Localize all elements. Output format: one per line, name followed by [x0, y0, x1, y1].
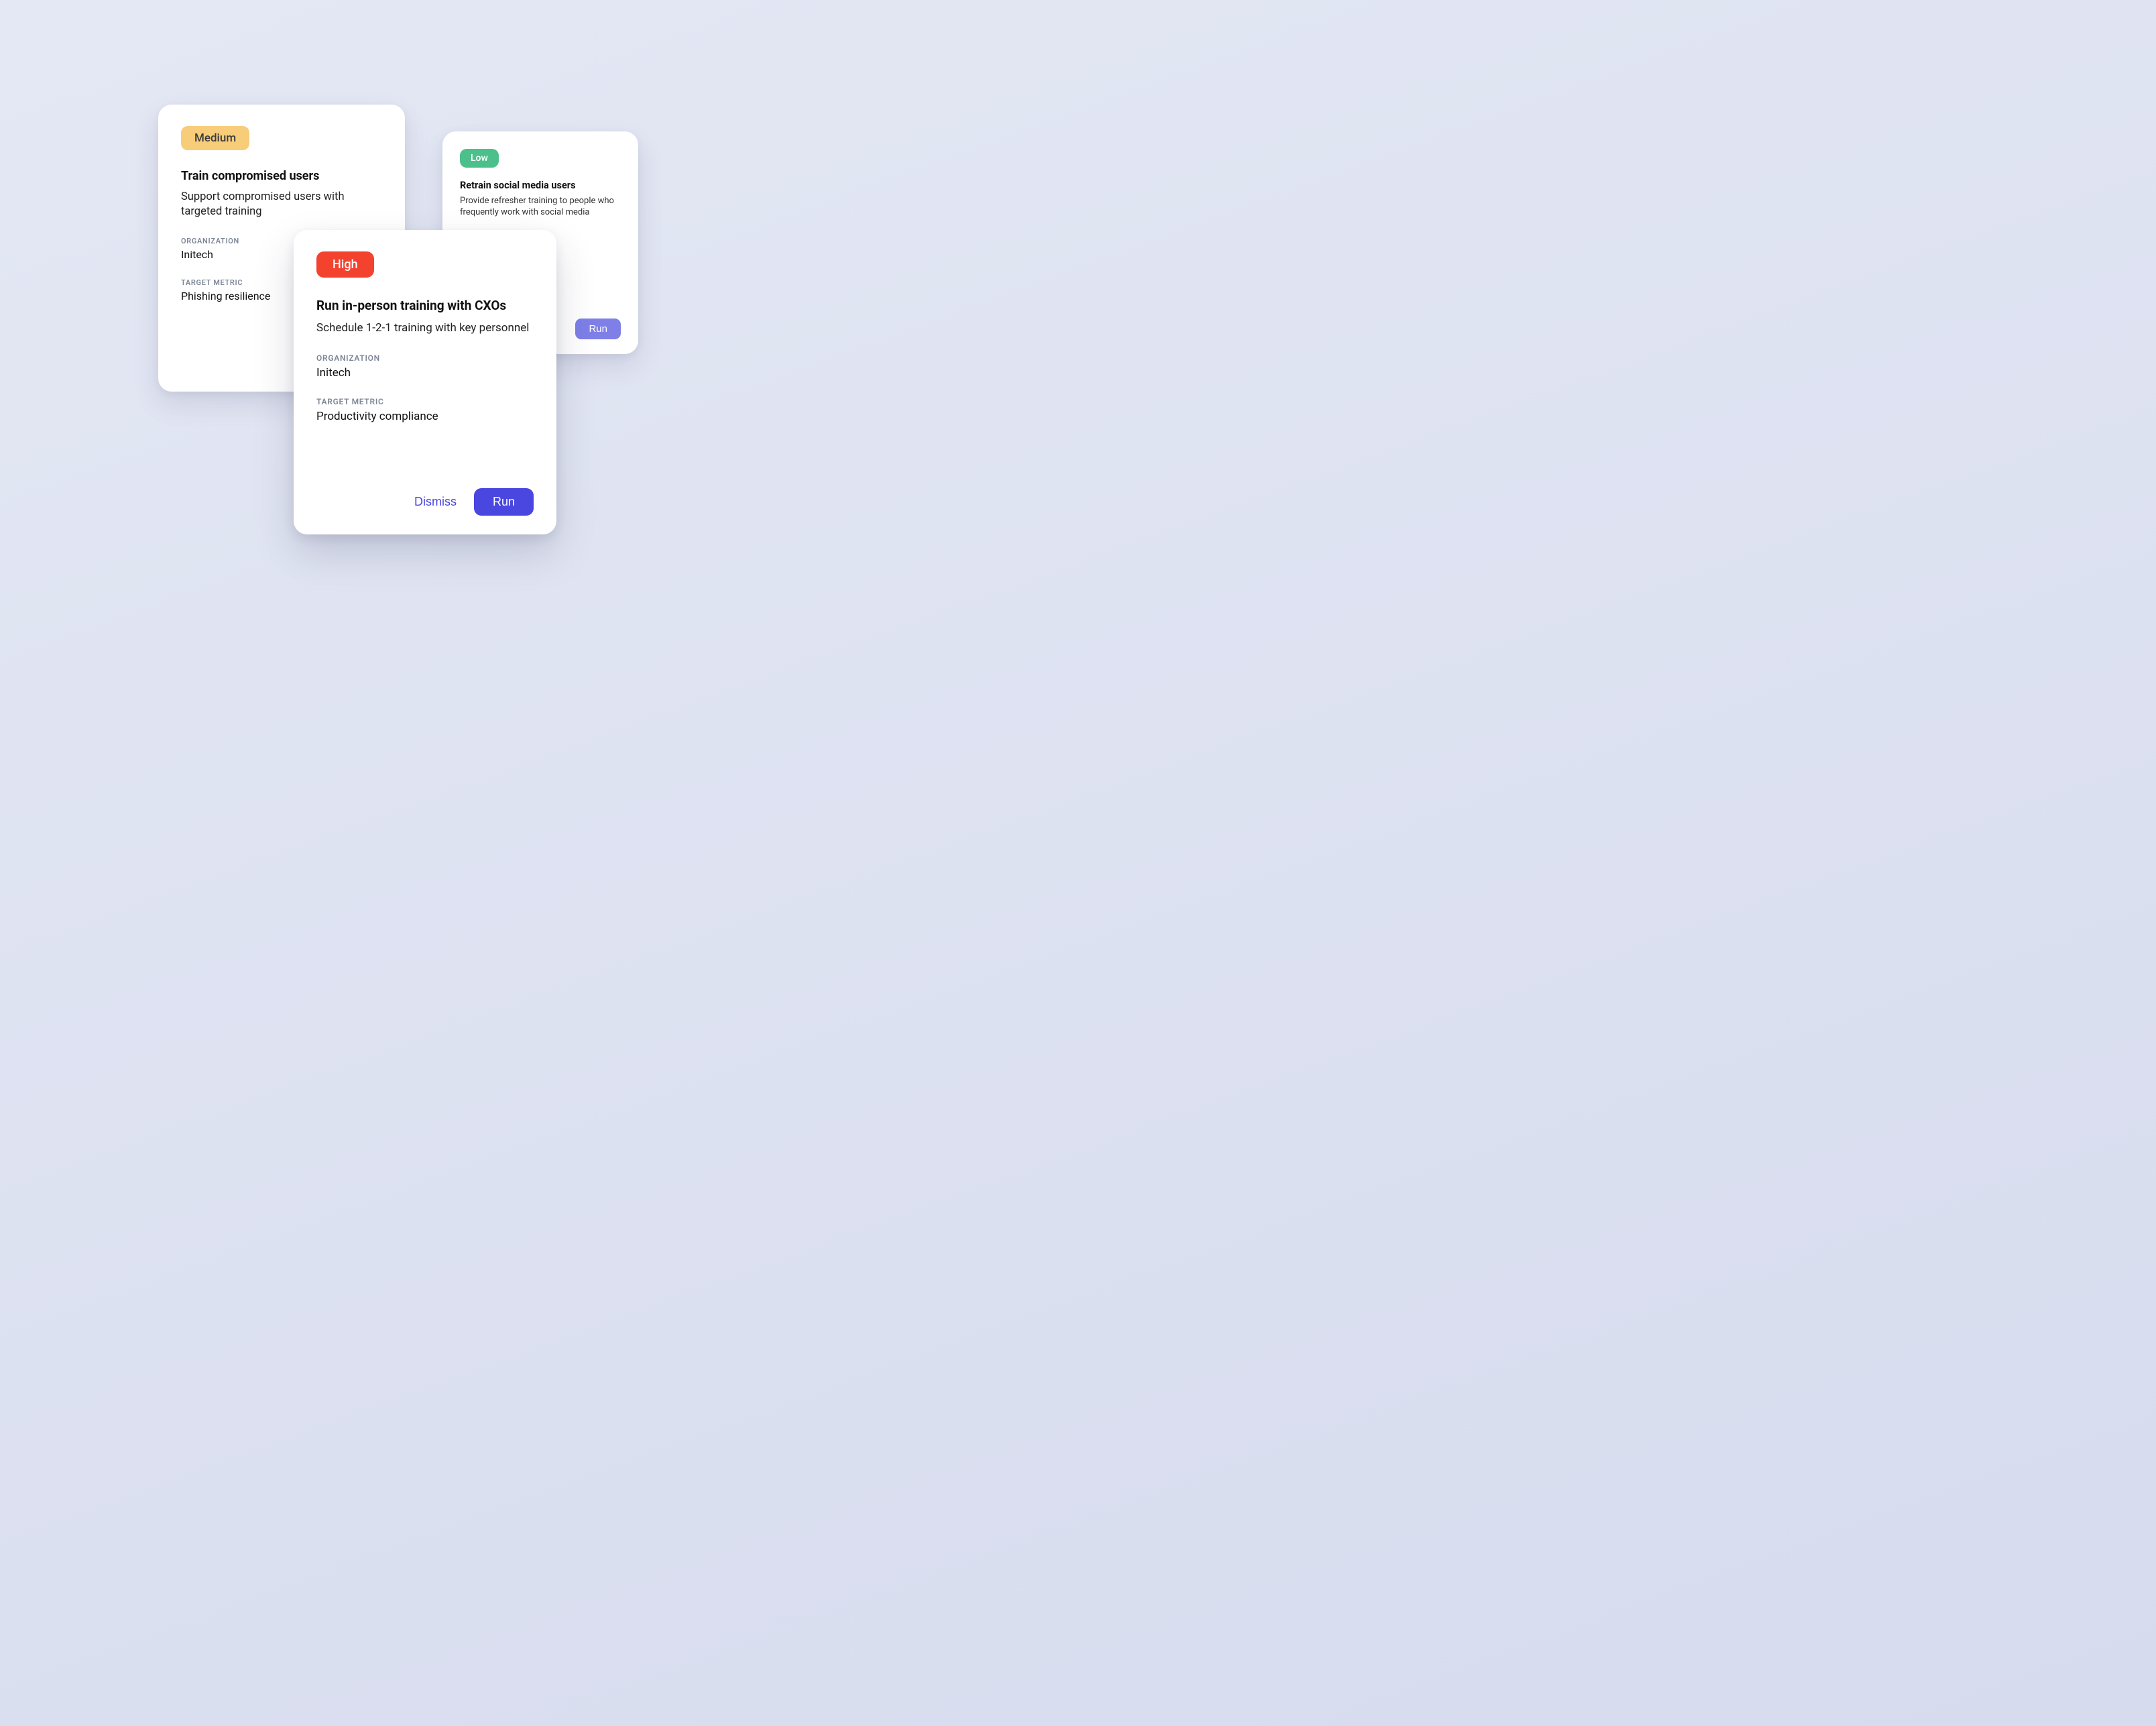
target-metric-value: Productivity compliance	[316, 410, 534, 423]
recommendation-card-high: High Run in-person training with CXOs Sc…	[294, 230, 556, 534]
card-actions: Dismiss Run	[316, 475, 534, 516]
card-description: Support compromised users with targeted …	[181, 190, 382, 220]
organization-label: ORGANIZATION	[316, 353, 534, 363]
priority-badge-medium: Medium	[181, 126, 249, 150]
target-metric-label: TARGET METRIC	[316, 397, 534, 406]
run-button[interactable]: Run	[474, 488, 534, 516]
card-description: Provide refresher training to people who…	[460, 196, 621, 219]
run-button[interactable]: Run	[575, 319, 621, 339]
card-stage: Medium Train compromised users Support c…	[0, 0, 2156, 1726]
priority-badge-high: High	[316, 251, 374, 278]
card-description: Schedule 1-2-1 training with key personn…	[316, 321, 534, 336]
organization-value: Initech	[316, 366, 534, 380]
priority-badge-low: Low	[460, 149, 499, 168]
card-title: Run in-person training with CXOs	[316, 298, 534, 314]
dismiss-button[interactable]: Dismiss	[412, 491, 459, 513]
card-title: Retrain social media users	[460, 180, 621, 192]
card-title: Train compromised users	[181, 169, 382, 184]
